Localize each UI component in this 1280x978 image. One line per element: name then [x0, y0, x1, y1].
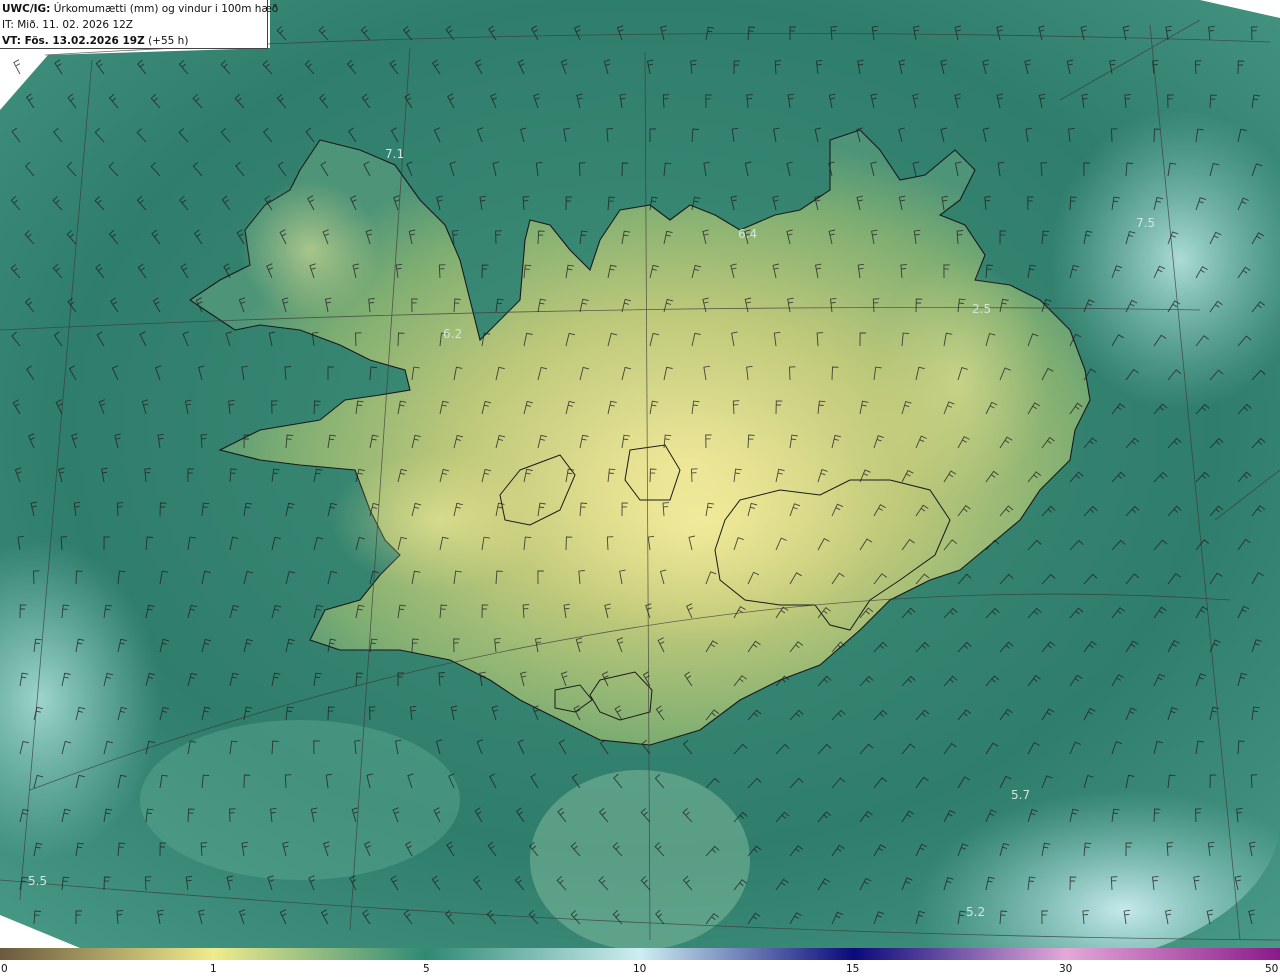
colorbar-tick: 0 — [1, 963, 8, 975]
contour-label: 5.2 — [966, 905, 985, 919]
contour-label: 2.5 — [972, 302, 991, 316]
colorbar-tick: 30 — [1059, 963, 1073, 975]
contour-label: 5.5 — [28, 874, 47, 888]
valid-time: VT: Fös. 13.02.2026 19Z — [2, 35, 145, 47]
colorbar-tick: 5 — [423, 963, 430, 975]
wind-barb — [13, 59, 21, 75]
map-header-box: UWC/IG: Úrkomumætti (mm) og vindur i 100… — [0, 0, 278, 49]
highland-westfjords — [240, 180, 380, 320]
colorbar-tick: 15 — [846, 963, 860, 975]
contour-label: 7.5 — [1136, 216, 1155, 230]
contour-label: 5.7 — [1011, 788, 1030, 802]
contour-label: 6.2 — [443, 327, 462, 341]
valid-time-row: VT: Fös. 13.02.2026 19Z (+55 h) — [2, 33, 267, 49]
model-label: UWC/IG: — [2, 3, 51, 15]
forecast-lead: (+55 h) — [148, 35, 189, 47]
map-title: Úrkomumætti (mm) og vindur i 100m hæð — [53, 3, 279, 15]
sea-patch-south — [530, 770, 750, 948]
colorbar-gradient — [0, 948, 1280, 960]
colorbar-tick: 10 — [633, 963, 647, 975]
title-row: UWC/IG: Úrkomumætti (mm) og vindur i 100… — [2, 1, 278, 17]
colorbar-tick: 1 — [210, 963, 217, 975]
issue-time: IT: Mið. 11. 02. 2026 12Z — [2, 19, 133, 31]
colorbar-legend: 0 1 5 10 15 30 50 — [0, 948, 1280, 978]
colorbar-tick: 50 — [1265, 963, 1279, 975]
weather-map: 7.1 6.4 7.5 6.2 2.5 5.7 5.5 5.2 — [0, 0, 1280, 948]
map-canvas: 7.1 6.4 7.5 6.2 2.5 5.7 5.5 5.2 — [0, 0, 1280, 948]
contour-label: 7.1 — [385, 147, 404, 161]
highland-west — [330, 450, 550, 590]
highland-east — [870, 260, 1050, 500]
contour-label: 6.4 — [738, 227, 757, 241]
